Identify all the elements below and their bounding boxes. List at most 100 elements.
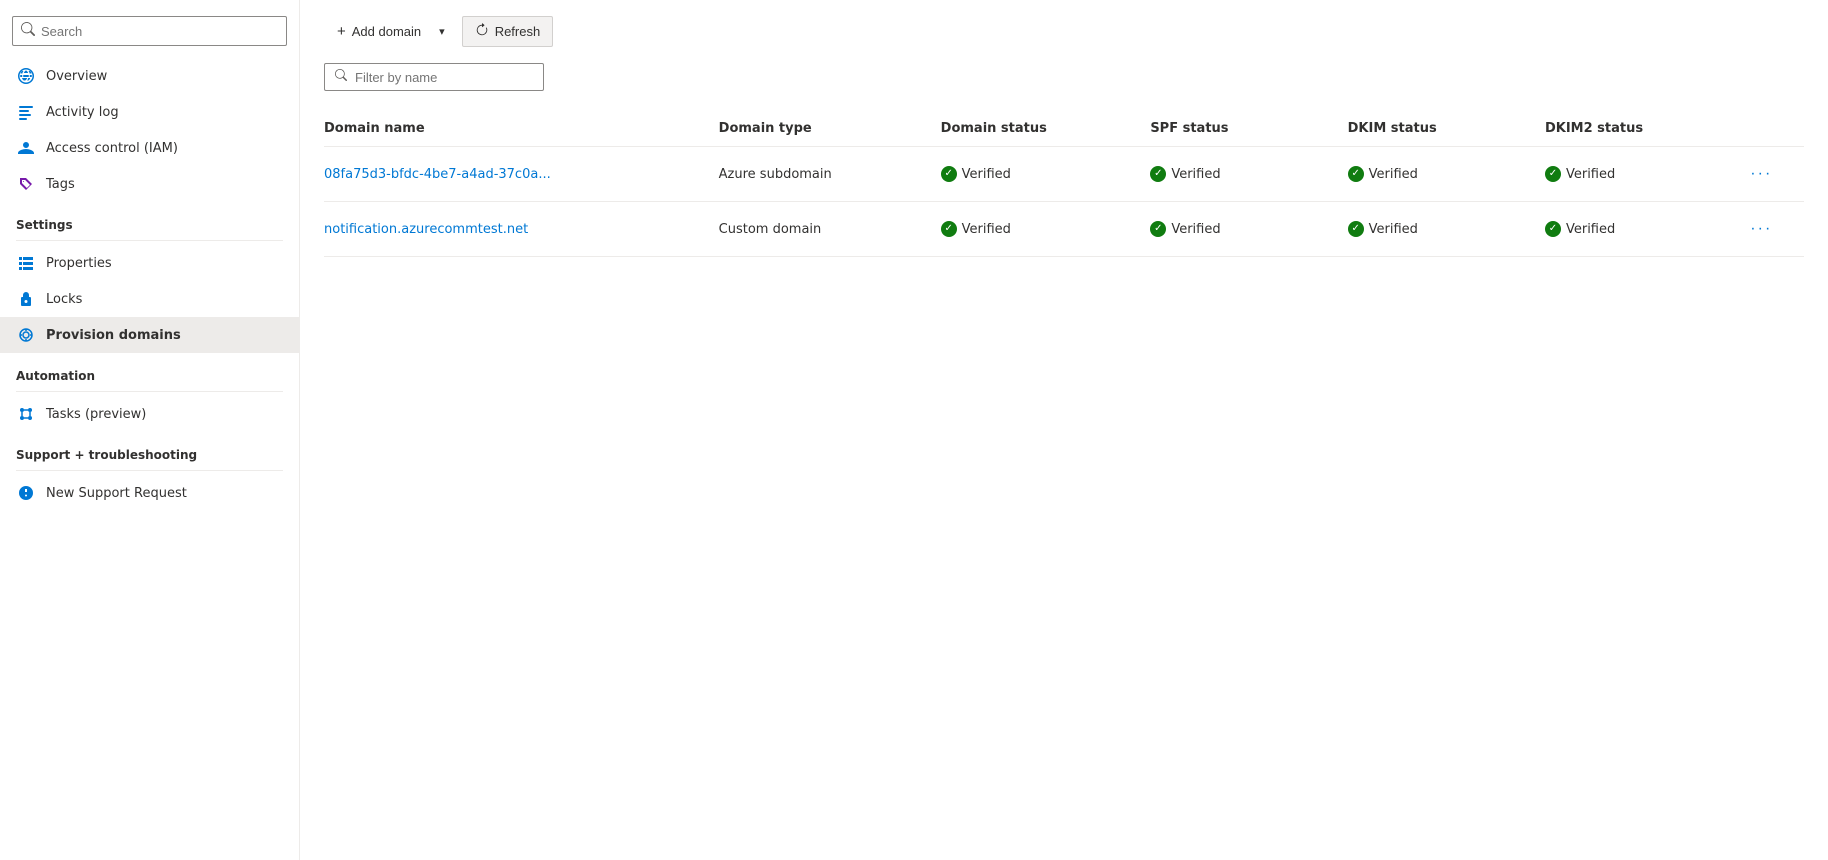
add-domain-chevron[interactable]: ▾ xyxy=(430,18,454,45)
sidebar-item-properties-label: Properties xyxy=(46,256,112,271)
add-domain-label: Add domain xyxy=(352,24,421,39)
check-icon xyxy=(1150,166,1166,182)
sidebar: Overview Activity log Access control (IA… xyxy=(0,0,300,860)
cell-dkim-status: Verified xyxy=(1348,202,1545,257)
filter-box[interactable] xyxy=(324,63,544,91)
filter-input[interactable] xyxy=(355,70,533,85)
table-row: notification.azurecommtest.net Custom do… xyxy=(324,202,1804,257)
col-spf-status: SPF status xyxy=(1150,111,1347,147)
check-icon xyxy=(1348,221,1364,237)
refresh-icon xyxy=(475,23,489,40)
sidebar-item-new-support[interactable]: New Support Request xyxy=(0,475,299,511)
sidebar-item-overview-label: Overview xyxy=(46,69,107,84)
sidebar-item-locks[interactable]: Locks xyxy=(0,281,299,317)
check-icon xyxy=(941,166,957,182)
check-icon xyxy=(1545,221,1561,237)
check-icon xyxy=(1150,221,1166,237)
verified-label: Verified xyxy=(1369,167,1418,182)
sidebar-item-iam[interactable]: Access control (IAM) xyxy=(0,130,299,166)
table-header: Domain name Domain type Domain status SP… xyxy=(324,111,1804,147)
cell-actions[interactable]: ··· xyxy=(1742,147,1804,202)
refresh-button[interactable]: Refresh xyxy=(462,16,554,47)
settings-divider xyxy=(16,240,283,241)
support-section-header: Support + troubleshooting xyxy=(0,432,299,466)
tag-icon xyxy=(16,174,36,194)
check-icon xyxy=(1545,166,1561,182)
search-input[interactable] xyxy=(41,24,278,39)
search-box[interactable] xyxy=(12,16,287,46)
sidebar-item-tasks-label: Tasks (preview) xyxy=(46,407,146,422)
verified-badge: Verified xyxy=(941,221,1139,237)
col-domain-type: Domain type xyxy=(719,111,941,147)
cell-domain-name[interactable]: 08fa75d3-bfdc-4be7-a4ad-37c0a... xyxy=(324,147,719,202)
cell-domain-status: Verified xyxy=(941,147,1151,202)
sidebar-item-overview[interactable]: Overview xyxy=(0,58,299,94)
check-icon xyxy=(1348,166,1364,182)
verified-label: Verified xyxy=(962,222,1011,237)
table-body: 08fa75d3-bfdc-4be7-a4ad-37c0a... Azure s… xyxy=(324,147,1804,257)
row-more-button[interactable]: ··· xyxy=(1742,216,1780,242)
row-more-button[interactable]: ··· xyxy=(1742,161,1780,187)
activity-icon xyxy=(16,102,36,122)
col-actions xyxy=(1742,111,1804,147)
provision-icon xyxy=(16,325,36,345)
col-domain-status: Domain status xyxy=(941,111,1151,147)
cell-spf-status: Verified xyxy=(1150,147,1347,202)
automation-divider xyxy=(16,391,283,392)
verified-badge: Verified xyxy=(1150,221,1335,237)
cell-domain-type: Custom domain xyxy=(719,202,941,257)
verified-label: Verified xyxy=(1369,222,1418,237)
tasks-icon xyxy=(16,404,36,424)
col-dkim2-status: DKIM2 status xyxy=(1545,111,1742,147)
check-icon xyxy=(941,221,957,237)
properties-icon xyxy=(16,253,36,273)
cell-actions[interactable]: ··· xyxy=(1742,202,1804,257)
table-row: 08fa75d3-bfdc-4be7-a4ad-37c0a... Azure s… xyxy=(324,147,1804,202)
domain-name-link[interactable]: 08fa75d3-bfdc-4be7-a4ad-37c0a... xyxy=(324,167,551,182)
support-divider xyxy=(16,470,283,471)
globe-icon xyxy=(16,66,36,86)
toolbar: + Add domain ▾ Refresh xyxy=(324,16,1804,47)
sidebar-item-tasks[interactable]: Tasks (preview) xyxy=(0,396,299,432)
verified-badge: Verified xyxy=(1348,166,1533,182)
cell-domain-name[interactable]: notification.azurecommtest.net xyxy=(324,202,719,257)
verified-label: Verified xyxy=(1566,167,1615,182)
filter-search-icon xyxy=(335,69,347,85)
col-domain-name: Domain name xyxy=(324,111,719,147)
verified-label: Verified xyxy=(962,167,1011,182)
chevron-down-icon: ▾ xyxy=(439,26,445,38)
verified-label: Verified xyxy=(1566,222,1615,237)
plus-icon: + xyxy=(337,24,346,39)
cell-dkim2-status: Verified xyxy=(1545,147,1742,202)
sidebar-item-activity-log[interactable]: Activity log xyxy=(0,94,299,130)
add-domain-button[interactable]: + Add domain xyxy=(324,17,430,46)
verified-badge: Verified xyxy=(1150,166,1335,182)
cell-dkim-status: Verified xyxy=(1348,147,1545,202)
sidebar-item-new-support-label: New Support Request xyxy=(46,486,187,501)
verified-badge: Verified xyxy=(1545,166,1730,182)
add-domain-button-group: + Add domain ▾ xyxy=(324,17,454,46)
sidebar-item-activity-label: Activity log xyxy=(46,105,119,120)
sidebar-item-tags-label: Tags xyxy=(46,177,75,192)
domain-name-link[interactable]: notification.azurecommtest.net xyxy=(324,222,528,237)
cell-domain-status: Verified xyxy=(941,202,1151,257)
sidebar-item-locks-label: Locks xyxy=(46,292,82,307)
search-icon xyxy=(21,22,35,40)
verified-badge: Verified xyxy=(1545,221,1730,237)
sidebar-item-iam-label: Access control (IAM) xyxy=(46,141,178,156)
cell-spf-status: Verified xyxy=(1150,202,1347,257)
main-content: + Add domain ▾ Refresh xyxy=(300,0,1828,860)
lock-icon xyxy=(16,289,36,309)
settings-section-header: Settings xyxy=(0,202,299,236)
iam-icon xyxy=(16,138,36,158)
refresh-label: Refresh xyxy=(495,24,541,39)
sidebar-item-properties[interactable]: Properties xyxy=(0,245,299,281)
sidebar-item-provision-domains[interactable]: Provision domains xyxy=(0,317,299,353)
verified-badge: Verified xyxy=(941,166,1139,182)
col-dkim-status: DKIM status xyxy=(1348,111,1545,147)
sidebar-item-provision-label: Provision domains xyxy=(46,328,181,343)
verified-label: Verified xyxy=(1171,167,1220,182)
verified-label: Verified xyxy=(1171,222,1220,237)
sidebar-item-tags[interactable]: Tags xyxy=(0,166,299,202)
verified-badge: Verified xyxy=(1348,221,1533,237)
